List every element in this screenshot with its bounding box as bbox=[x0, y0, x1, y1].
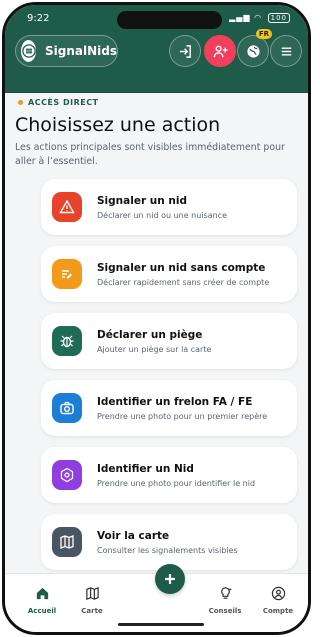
action-desc: Ajouter un piège sur la carte bbox=[97, 344, 212, 354]
tab-tips[interactable]: Conseils bbox=[200, 586, 250, 615]
plus-icon bbox=[165, 574, 175, 584]
app-name: SignalNids bbox=[45, 44, 117, 58]
map-icon bbox=[52, 527, 82, 557]
action-identify-nest[interactable]: Identifier un Nid Prendre une photo pour … bbox=[41, 447, 297, 503]
brand-menu-button[interactable]: SignalNids bbox=[15, 35, 118, 67]
add-report-fab[interactable] bbox=[155, 564, 185, 594]
page-subtitle: Les actions principales sont visibles im… bbox=[15, 142, 285, 167]
login-icon bbox=[179, 44, 191, 58]
tab-map[interactable]: Carte bbox=[67, 586, 117, 615]
status-time: 9:22 bbox=[27, 13, 50, 24]
action-desc: Déclarer rapidement sans créer de compte bbox=[97, 277, 270, 287]
tab-home[interactable]: Accueil bbox=[17, 586, 67, 615]
quick-report-icon bbox=[52, 259, 82, 289]
action-title: Signaler un nid sans compte bbox=[97, 261, 266, 274]
action-report-nest[interactable]: Signaler un nid Déclarer un nid ou une nu… bbox=[41, 179, 297, 235]
wifi-icon: ◠ bbox=[254, 13, 263, 22]
action-title: Signaler un nid bbox=[97, 194, 187, 207]
language-badge: FR bbox=[255, 29, 272, 39]
action-view-map[interactable]: Voir la carte Consulter les signalements … bbox=[41, 514, 297, 570]
action-identify-hornet[interactable]: Identifier un frelon FA / FE Prendre une … bbox=[41, 380, 297, 436]
action-report-no-account[interactable]: Signaler un nid sans compte Déclarer rapi… bbox=[41, 246, 297, 302]
menu-button[interactable] bbox=[270, 35, 302, 67]
home-indicator bbox=[118, 623, 204, 626]
bottom-tab-bar: Accueil Carte Conseils Compte bbox=[5, 564, 308, 632]
action-declare-trap[interactable]: Déclarer un piège Ajouter un piège sur la… bbox=[41, 313, 297, 369]
hexagon-icon bbox=[52, 460, 82, 490]
login-button[interactable] bbox=[169, 35, 201, 67]
page-title: Choisissez une action bbox=[15, 114, 221, 136]
add-user-icon bbox=[213, 45, 228, 57]
action-desc: Prendre une photo pour identifier le nid bbox=[97, 478, 256, 488]
home-icon bbox=[36, 587, 48, 600]
battery-icon: 100 bbox=[267, 13, 290, 23]
action-title: Identifier un frelon FA / FE bbox=[97, 395, 253, 408]
tab-label: Carte bbox=[81, 607, 103, 615]
camera-notch bbox=[117, 11, 222, 29]
user-icon bbox=[271, 586, 285, 601]
tab-label: Compte bbox=[262, 607, 294, 615]
action-title: Identifier un Nid bbox=[97, 462, 194, 475]
kicker-dot bbox=[18, 100, 23, 105]
map-icon bbox=[85, 586, 99, 601]
tab-label: Conseils bbox=[208, 607, 242, 615]
signal-icon: ▂▄▆ bbox=[229, 13, 251, 22]
lightbulb-icon bbox=[220, 587, 232, 599]
action-desc: Déclarer un nid ou une nuisance bbox=[97, 210, 228, 220]
bug-icon bbox=[52, 326, 82, 356]
action-desc: Prendre une photo pour un premier repère bbox=[97, 411, 268, 421]
camera-icon bbox=[52, 393, 82, 423]
phone-frame: 9:22 ▂▄▆ ◠ 100 SignalNids FR ACCÈS DIREC… bbox=[2, 2, 311, 635]
language-button[interactable]: FR bbox=[237, 29, 272, 67]
status-icons: ▂▄▆ ◠ 100 bbox=[229, 13, 290, 23]
tab-account[interactable]: Compte bbox=[253, 586, 303, 615]
section-kicker: ACCÈS DIRECT bbox=[18, 98, 99, 107]
warning-icon bbox=[52, 192, 82, 222]
hamburger-icon bbox=[281, 47, 291, 55]
action-title: Voir la carte bbox=[97, 529, 170, 542]
menu-icon bbox=[21, 40, 36, 62]
action-desc: Consulter les signalements visibles bbox=[97, 545, 238, 555]
add-user-button[interactable] bbox=[204, 35, 236, 67]
globe-icon bbox=[246, 44, 260, 58]
tab-label: Accueil bbox=[27, 607, 57, 615]
action-title: Déclarer un piège bbox=[97, 328, 203, 341]
